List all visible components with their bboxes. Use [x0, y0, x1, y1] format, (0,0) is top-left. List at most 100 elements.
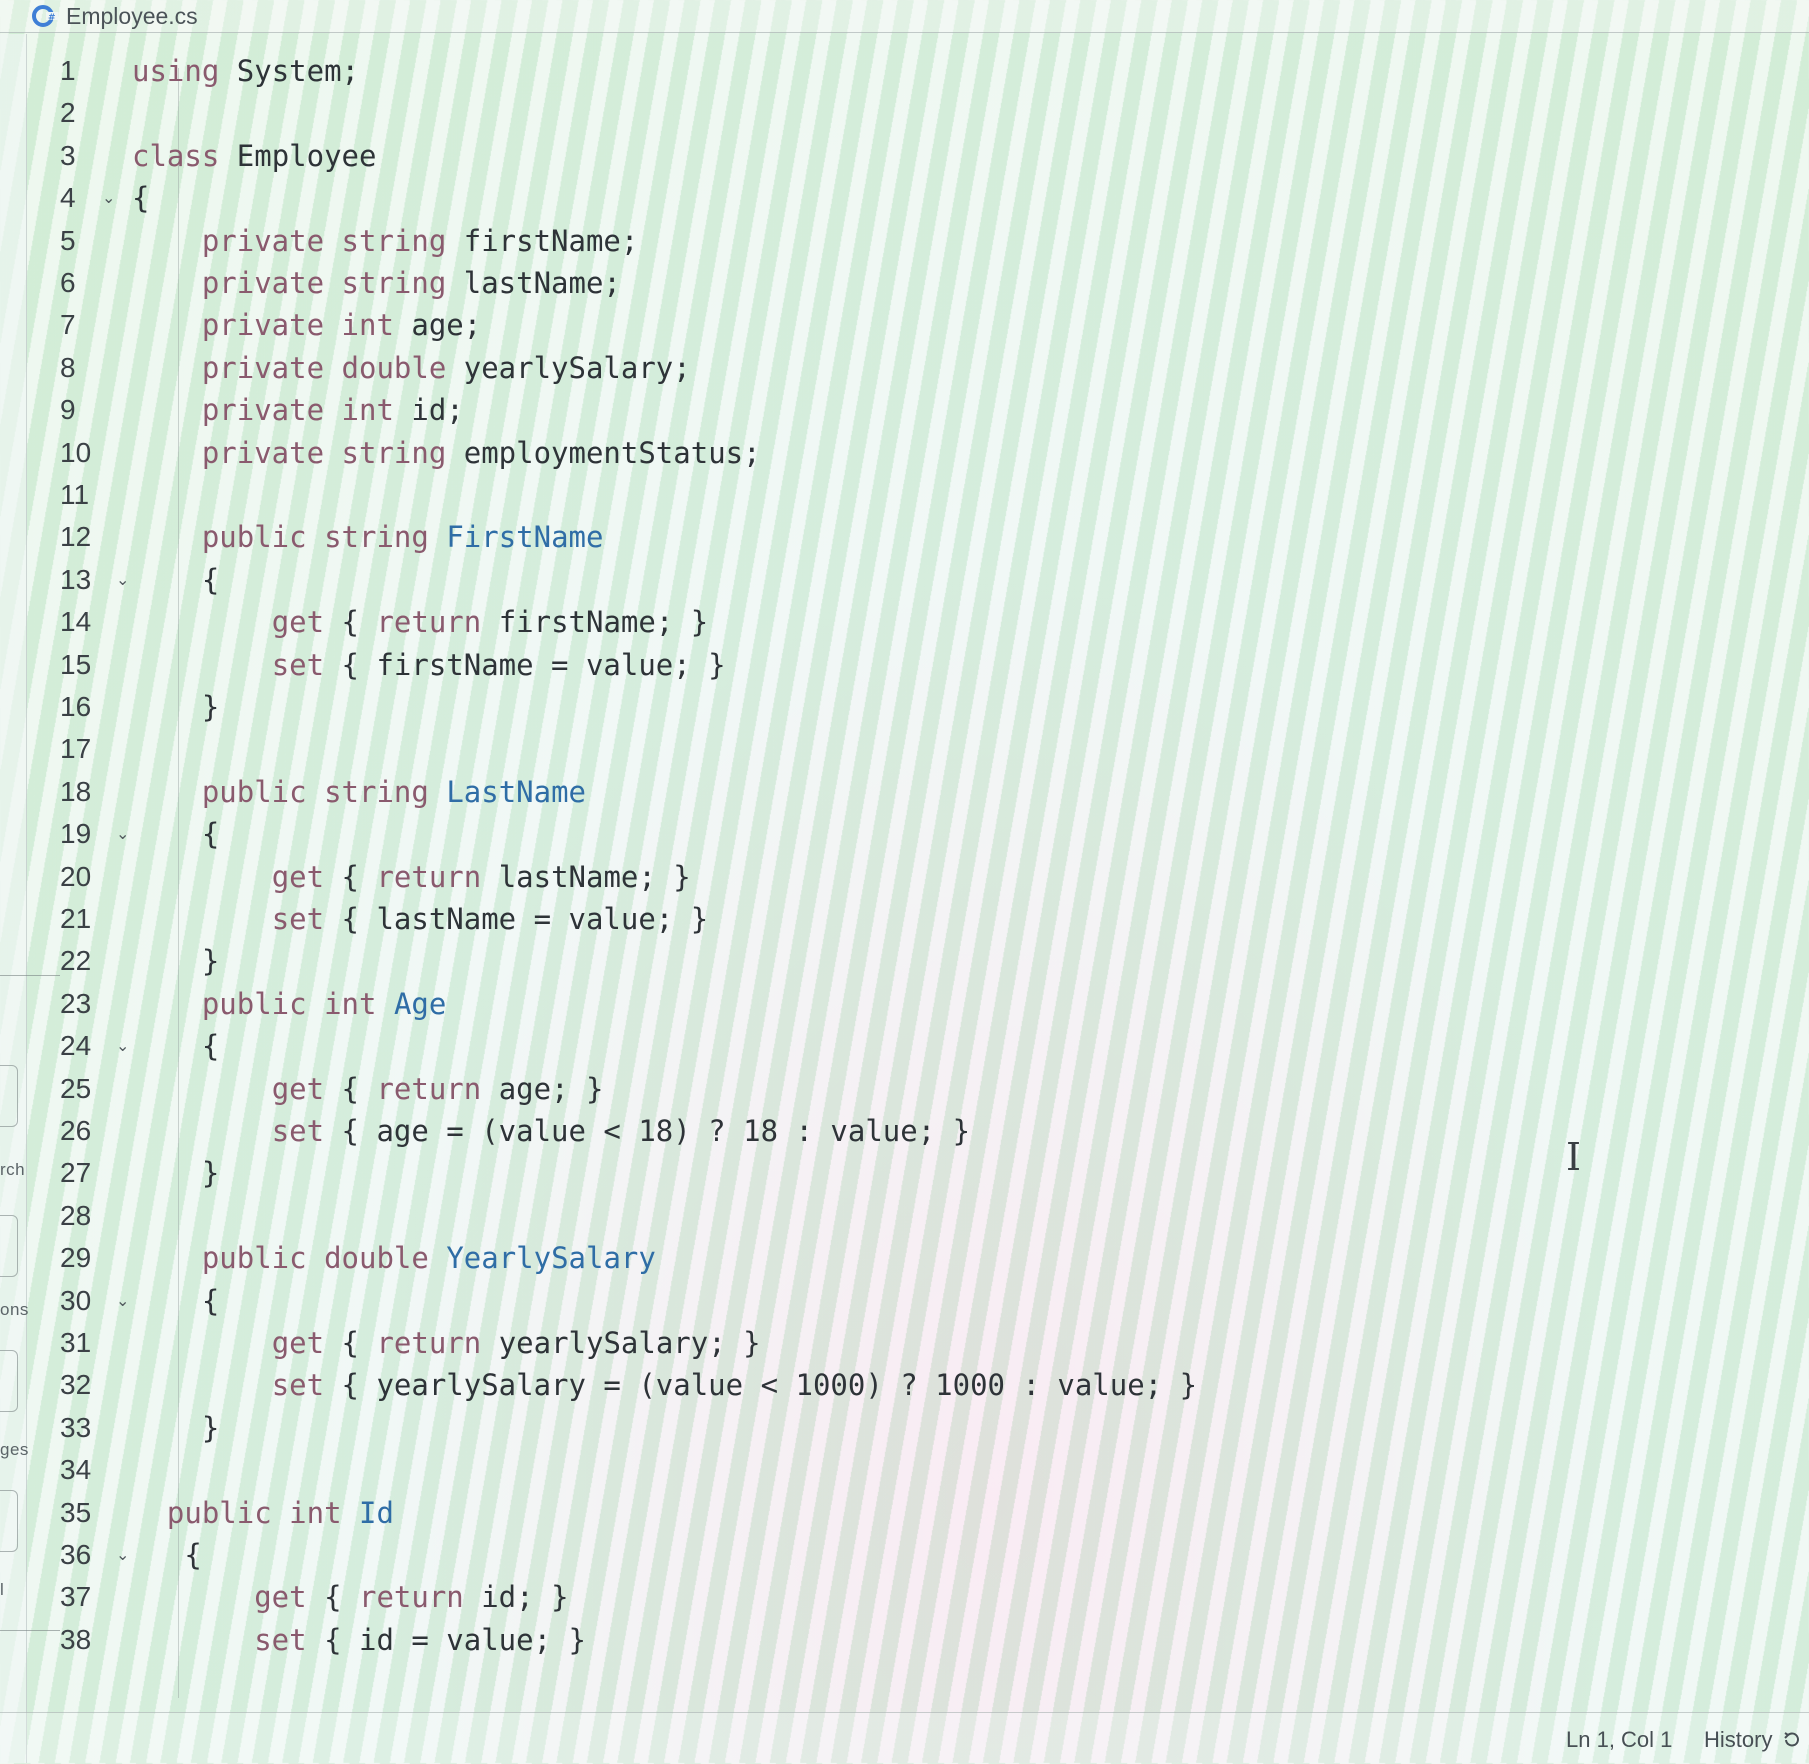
code-line[interactable]: 16 } — [40, 686, 1740, 728]
code-token: public — [166, 1495, 272, 1530]
code-token: id; } — [463, 1580, 569, 1615]
line-number: 18 — [60, 775, 92, 807]
code-line[interactable]: 22 } — [40, 940, 1740, 982]
code-token: return — [376, 605, 482, 640]
code-token: System; — [219, 54, 359, 88]
code-text: { — [132, 1280, 219, 1322]
sidebar-partial-label[interactable]: rch — [0, 1160, 25, 1180]
code-token: lastName; — [446, 266, 621, 300]
code-token: LastName — [446, 774, 586, 809]
code-token: public — [201, 986, 307, 1021]
sidebar-partial-label[interactable]: ges — [0, 1440, 29, 1460]
code-line[interactable]: 19 ⌄ { — [40, 813, 1740, 855]
line-number: 8 — [60, 351, 76, 383]
code-line[interactable]: 18 public string LastName — [40, 771, 1740, 813]
code-text: public string LastName — [132, 771, 586, 813]
history-button[interactable]: History — [1704, 1727, 1802, 1753]
code-line[interactable]: 24 ⌄ { — [40, 1025, 1740, 1067]
code-token: string — [324, 520, 429, 555]
code-line[interactable]: 38 set { id = value; } — [40, 1619, 1740, 1661]
code-token: { id = value; } — [306, 1622, 586, 1657]
code-text: public double YearlySalary — [132, 1237, 656, 1279]
code-line[interactable]: 25 get { return age; } — [40, 1068, 1740, 1110]
code-line[interactable]: 21 set { lastName = value; } — [40, 898, 1740, 940]
code-line[interactable]: 6 private string lastName; — [40, 262, 1740, 304]
code-text: get { return yearlySalary; } — [132, 1322, 761, 1364]
code-line[interactable]: 28 — [40, 1195, 1740, 1237]
code-line[interactable]: 33 } — [40, 1407, 1740, 1449]
code-line[interactable]: 31 get { return yearlySalary; } — [40, 1322, 1740, 1364]
code-line[interactable]: 27 } — [40, 1152, 1740, 1194]
tab-employee-cs[interactable]: # Employee.cs — [32, 2, 198, 30]
code-line[interactable]: 17 — [40, 728, 1740, 770]
code-editor[interactable]: 1 using System; 2 3 class Employee 4 ⌄{5 priva… — [40, 40, 1780, 1700]
line-number: 31 — [60, 1327, 92, 1358]
sidebar-partial-label[interactable]: ons — [0, 1300, 29, 1320]
code-token: YearlySalary — [446, 1241, 656, 1276]
code-token: int — [324, 986, 377, 1021]
code-token: { lastName = value; } — [324, 902, 709, 936]
code-line[interactable]: 8 private double yearlySalary; — [40, 347, 1740, 389]
code-line[interactable]: 13 ⌄ { — [40, 559, 1740, 601]
code-line[interactable]: 9 private int id; — [40, 389, 1740, 431]
line-number: 7 — [60, 309, 76, 341]
fold-chevron-icon[interactable]: ⌄ — [116, 559, 129, 601]
sidebar-button[interactable] — [0, 1215, 18, 1277]
code-line[interactable]: 11 — [40, 474, 1740, 516]
code-line[interactable]: 29 public double YearlySalary — [40, 1237, 1740, 1279]
code-line[interactable]: 14 get { return firstName; } — [40, 601, 1740, 643]
code-text: get { return id; } — [132, 1576, 569, 1618]
code-line[interactable]: 2 — [40, 92, 1740, 134]
code-line[interactable]: 12 public string FirstName — [40, 516, 1740, 558]
code-token: { — [324, 1326, 377, 1360]
cursor-position[interactable]: Ln 1, Col 1 — [1566, 1727, 1672, 1753]
code-text: get { return age; } — [132, 1068, 604, 1110]
code-token: set — [271, 902, 325, 936]
history-icon — [1784, 1732, 1800, 1747]
line-number: 20 — [60, 860, 92, 892]
line-number: 17 — [60, 733, 92, 765]
fold-chevron-icon[interactable]: ⌄ — [116, 1280, 129, 1322]
code-line[interactable]: 26 set { age = (value < 18) ? 18 : value… — [40, 1110, 1740, 1152]
code-token: private — [201, 223, 325, 258]
code-text: public int Id — [132, 1492, 394, 1534]
code-token: double — [324, 1241, 429, 1276]
code-token: { age = (value < 18) ? 18 : value; } — [324, 1114, 971, 1148]
code-line[interactable]: 35 public int Id — [40, 1492, 1740, 1534]
code-line[interactable]: 3 class Employee — [40, 135, 1740, 177]
code-line[interactable]: 23 public int Age — [40, 983, 1740, 1025]
code-line[interactable]: 15 set { firstName = value; } — [40, 644, 1740, 686]
code-line[interactable]: 32 set { yearlySalary = (value < 1000) ?… — [40, 1364, 1740, 1406]
fold-chevron-icon[interactable]: ⌄ — [116, 1025, 129, 1067]
status-bar: Ln 1, Col 1 History — [0, 1712, 1809, 1764]
sidebar-button[interactable] — [0, 1490, 18, 1552]
code-line[interactable]: 30 ⌄ { — [40, 1280, 1740, 1322]
code-text: } — [132, 1152, 219, 1194]
code-line[interactable]: 37 get { return id; } — [40, 1576, 1740, 1618]
code-line[interactable]: 20 get { return lastName; } — [40, 856, 1740, 898]
code-line[interactable]: 7 private int age; — [40, 304, 1740, 346]
fold-chevron-icon[interactable]: ⌄ — [102, 177, 115, 219]
fold-chevron-icon[interactable]: ⌄ — [116, 1534, 129, 1576]
sidebar-partial-label[interactable]: l — [0, 1580, 4, 1600]
code-text: public int Age — [132, 983, 446, 1025]
sidebar-button[interactable] — [0, 1350, 18, 1412]
code-line[interactable]: 5 private string firstName; — [40, 220, 1740, 262]
sidebar-button[interactable] — [0, 1065, 18, 1127]
fold-chevron-icon[interactable]: ⌄ — [116, 813, 129, 855]
line-number: 10 — [60, 436, 92, 468]
code-line[interactable]: 10 private string employmentStatus; — [40, 432, 1740, 474]
code-line[interactable]: 1 using System; — [40, 50, 1740, 92]
code-line[interactable]: 34 — [40, 1449, 1740, 1491]
code-line[interactable]: 4 ⌄ { — [40, 177, 1740, 219]
code-line[interactable]: 36 ⌄ { — [40, 1534, 1740, 1576]
code-token: id; — [393, 393, 464, 428]
